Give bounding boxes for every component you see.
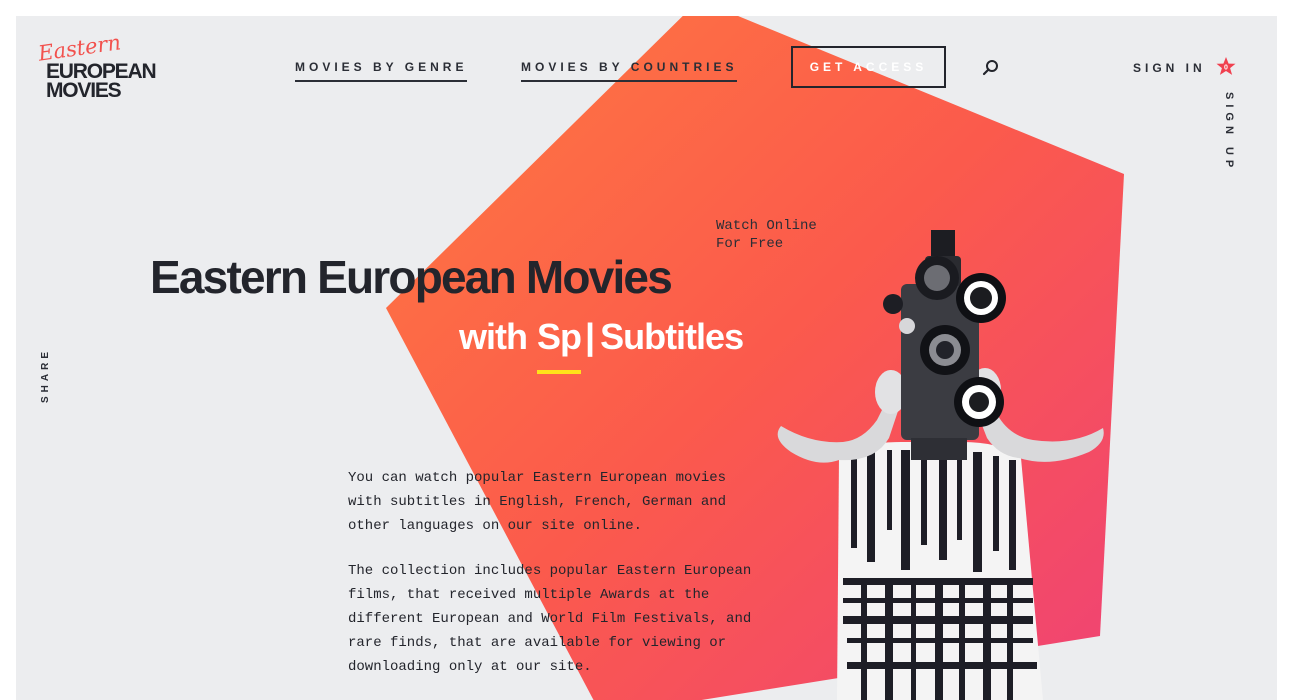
cart-count-badge: 0 [1224, 65, 1228, 72]
nav-movies-by-genre[interactable]: MOVIES BY GENRE [295, 60, 468, 82]
intro-paragraph-1: You can watch popular Eastern European m… [348, 470, 727, 534]
get-access-label: GET ACCESS [809, 60, 928, 74]
language-underline [536, 370, 581, 374]
get-access-button[interactable]: GET ACCESS [791, 46, 946, 88]
logo-line-2: MOVIES [46, 79, 122, 102]
subtitle-prefix: with [459, 316, 528, 357]
sign-in-link[interactable]: SIGN IN [1133, 61, 1206, 75]
page-title: Eastern European Movies [150, 251, 673, 303]
camera-illustration [777, 230, 1104, 700]
page-frame: Eastern EUROPEAN MOVIES MOVIES BY GENRE … [16, 16, 1277, 700]
subtitle-suffix: Subtitles [600, 316, 744, 357]
sign-up-link[interactable]: SIGN UP [1223, 92, 1235, 172]
nav-movies-by-countries[interactable]: MOVIES BY COUNTRIES [521, 60, 738, 82]
site-logo[interactable]: Eastern EUROPEAN MOVIES [34, 30, 164, 102]
intro-paragraph-2: The collection includes popular Eastern … [348, 563, 752, 675]
subtitle-language[interactable]: Sp [536, 316, 582, 374]
share-link[interactable]: SHARE [40, 348, 51, 403]
search-icon[interactable] [982, 59, 1000, 77]
typing-cursor: | [585, 316, 595, 357]
star-icon[interactable]: 0 [1215, 56, 1237, 78]
subtitle-language-text: Sp [536, 316, 582, 357]
subtitle-line: with Sp | Subtitles [459, 316, 744, 374]
